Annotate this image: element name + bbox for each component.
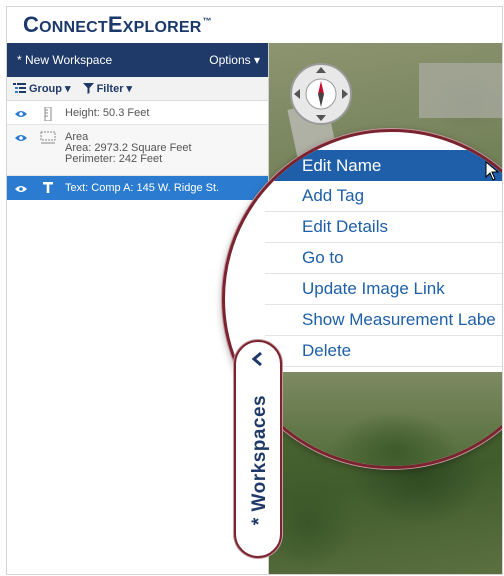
workspace-header: * New Workspace Options ▾ bbox=[7, 43, 268, 77]
compass-navigation-icon[interactable] bbox=[289, 62, 353, 126]
options-menu-button[interactable]: Options ▾ bbox=[209, 53, 260, 67]
menu-item-go-to[interactable]: Go to bbox=[265, 243, 502, 274]
item-text: Height: 50.3 Feet bbox=[65, 107, 150, 119]
logo-letter-e: E bbox=[107, 12, 123, 37]
menu-item-edit-details[interactable]: Edit Details bbox=[265, 212, 502, 243]
filter-label: Filter ▾ bbox=[96, 83, 133, 95]
list-item-selected[interactable]: Text: Comp A: 145 W. Ridge St. bbox=[7, 176, 268, 200]
mouse-cursor-icon bbox=[485, 161, 499, 181]
list-item[interactable]: Area Area: 2973.2 Square Feet Perimeter:… bbox=[7, 125, 268, 176]
item-text: Text: Comp A: 145 W. Ridge St. bbox=[65, 182, 220, 194]
menu-item-show-measurement-labels[interactable]: Show Measurement Labe bbox=[265, 305, 502, 336]
area-measure-icon bbox=[39, 131, 57, 145]
workspace-toolbar: Group ▾ Filter ▾ bbox=[7, 77, 268, 101]
item-detail: Perimeter: 242 Feet bbox=[65, 153, 163, 165]
workspaces-label: * Workspaces bbox=[249, 394, 270, 526]
visibility-eye-icon[interactable] bbox=[15, 133, 29, 145]
workspace-title[interactable]: * New Workspace bbox=[17, 53, 112, 67]
logo-text-onnect: ONNECT bbox=[39, 19, 108, 36]
text-T-icon bbox=[39, 182, 57, 193]
filter-funnel-icon bbox=[82, 83, 94, 94]
ruler-vertical-icon bbox=[39, 107, 57, 121]
workspaces-tab[interactable]: * Workspaces bbox=[234, 340, 282, 558]
menu-item-update-image-link[interactable]: Update Image Link bbox=[265, 274, 502, 305]
item-text-block: Area Area: 2973.2 Square Feet Perimeter:… bbox=[65, 125, 192, 165]
visibility-eye-icon[interactable] bbox=[15, 109, 29, 121]
app-frame: C ONNECT E XPLORER ™ * New Workspace Options… bbox=[6, 6, 503, 575]
menu-item-add-tag[interactable]: Add Tag bbox=[265, 181, 502, 212]
group-icon bbox=[13, 83, 26, 93]
logo-trademark: ™ bbox=[202, 16, 212, 26]
filter-button[interactable]: Filter ▾ bbox=[82, 82, 133, 95]
group-label: Group ▾ bbox=[29, 83, 71, 95]
group-button[interactable]: Group ▾ bbox=[13, 82, 71, 95]
list-item[interactable]: Height: 50.3 Feet bbox=[7, 101, 268, 125]
menu-item-edit-name[interactable]: Edit Name bbox=[265, 150, 502, 181]
visibility-eye-icon[interactable] bbox=[15, 184, 29, 196]
workspaces-label-wrapper: * Workspaces bbox=[246, 370, 274, 550]
logo-letter-c: C bbox=[23, 12, 40, 37]
context-menu: Edit Name Add Tag Edit Details Go to Upd… bbox=[265, 150, 502, 367]
menu-item-delete[interactable]: Delete bbox=[265, 336, 502, 367]
map-parking-lot bbox=[419, 63, 502, 118]
connectexplorer-logo: C ONNECT E XPLORER ™ bbox=[23, 12, 212, 42]
logo-text-xplorer: XPLORER bbox=[122, 19, 202, 36]
chevron-left-icon bbox=[251, 352, 262, 366]
